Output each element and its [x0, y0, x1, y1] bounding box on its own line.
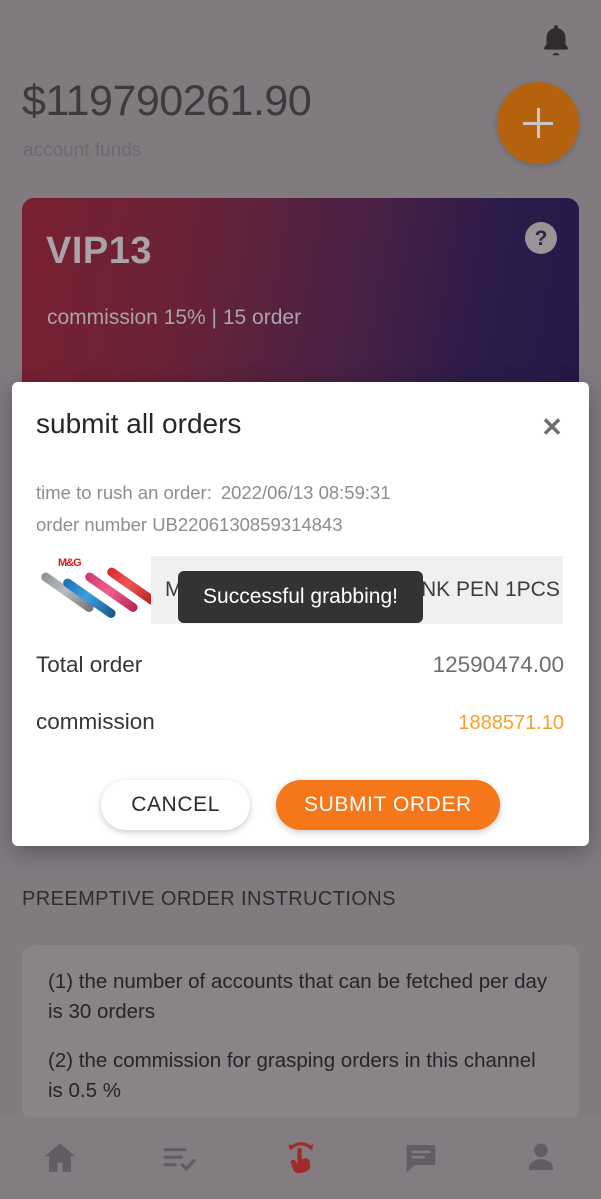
instruction-item: (1) the number of accounts that can be f… — [48, 970, 548, 1024]
close-icon[interactable]: ✕ — [537, 412, 567, 442]
commission-value: 1888571.10 — [458, 712, 564, 734]
nav-item-home[interactable] — [0, 1117, 120, 1199]
account-balance: $119790261.90 — [22, 77, 312, 125]
order-number: order number UB2206130859314843 — [36, 514, 343, 535]
dialog-actions: CANCEL SUBMIT ORDER — [12, 780, 589, 830]
vip-details: commission 15% | 15 order — [47, 306, 302, 329]
vip-level: VIP13 — [46, 230, 153, 272]
bell-icon[interactable] — [537, 22, 575, 60]
instruction-item: (2) the commission for grasping orders i… — [48, 1048, 536, 1102]
chat-icon — [406, 1145, 436, 1173]
question-mark-icon[interactable]: ? — [525, 222, 557, 254]
nav-item-chat[interactable] — [361, 1117, 481, 1199]
instructions-card: (1) the number of accounts that can be f… — [22, 945, 579, 1120]
toast-message: Successful grabbing! — [203, 585, 398, 608]
add-funds-button[interactable] — [497, 82, 579, 164]
total-order-row: Total order 12590474.00 — [36, 652, 564, 678]
account-balance-label: account funds — [23, 140, 142, 161]
bottom-navigation — [0, 1117, 601, 1199]
instructions-heading: PREEMPTIVE ORDER INSTRUCTIONS — [22, 888, 396, 910]
grab-order-icon — [288, 1142, 313, 1174]
task-list-icon — [163, 1148, 196, 1172]
plus-icon — [523, 108, 553, 138]
product-brand-logo: M&G — [58, 557, 82, 569]
cancel-button[interactable]: CANCEL — [101, 780, 250, 830]
commission-label: commission — [36, 709, 155, 734]
submit-order-button[interactable]: SUBMIT ORDER — [275, 780, 500, 830]
nav-item-grab-order[interactable] — [240, 1117, 360, 1199]
home-icon — [44, 1143, 76, 1172]
nav-item-tasks[interactable] — [120, 1117, 240, 1199]
total-order-label: Total order — [36, 652, 143, 677]
gel-pen-photo: M&G — [36, 556, 151, 624]
nav-item-profile[interactable] — [481, 1117, 601, 1199]
rush-time-value: 2022/06/13 08:59:31 — [220, 482, 391, 503]
rush-time: time to rush an order: 2022/06/13 08:59:3… — [36, 482, 391, 504]
toast-notification: Successful grabbing! — [178, 571, 423, 623]
total-order-value: 12590474.00 — [432, 652, 564, 677]
dialog-title: submit all orders — [36, 408, 242, 439]
person-icon — [528, 1143, 553, 1171]
top-bar — [0, 0, 601, 78]
rush-time-label: time to rush an order: — [36, 482, 212, 503]
commission-row: commission 1888571.10 — [36, 709, 564, 735]
